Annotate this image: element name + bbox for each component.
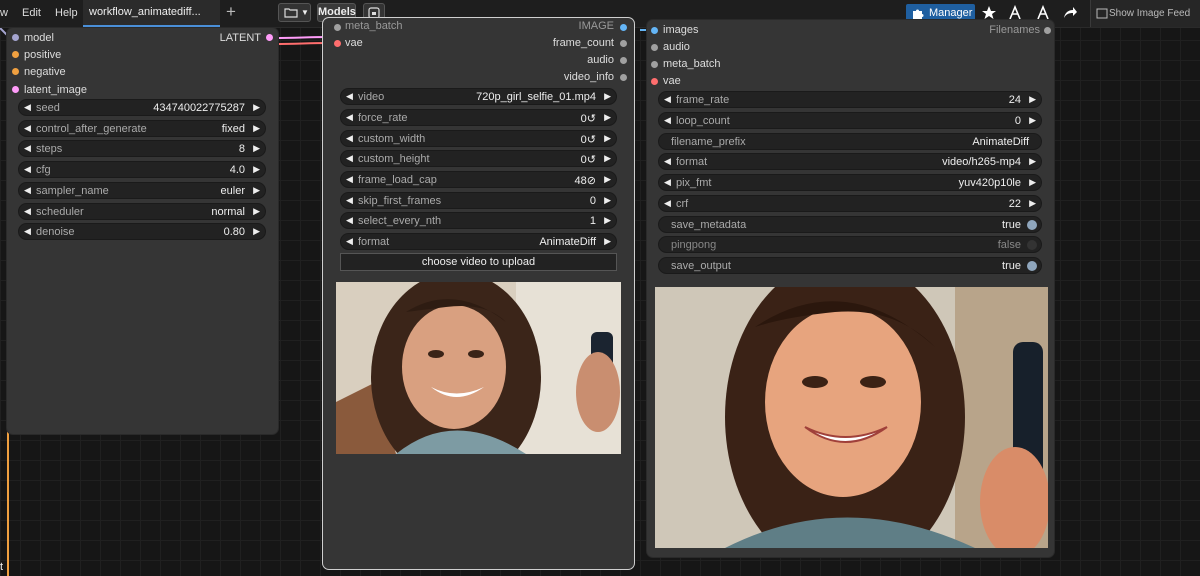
puzzle-icon [913,9,924,19]
share-icon[interactable] [1007,5,1023,21]
widget-format[interactable]: ◀ format video/h265-mp4 ▶ [658,153,1042,170]
input-slot-latent-image[interactable] [12,86,19,93]
menu-help[interactable]: Help [55,7,78,19]
input-label-latent-image: latent_image [24,84,87,96]
choose-video-upload-button[interactable]: choose video to upload [340,253,617,271]
input-label-images: images [663,24,699,36]
star-icon[interactable] [981,5,997,21]
input-label-audio: audio [663,41,690,53]
widget-force-rate[interactable]: ◀ force_rate 0↺ ▶ [340,109,617,126]
widget-filename-prefix[interactable]: filename_prefix AnimateDiff [658,133,1042,150]
workflow-tab-label: workflow_animatediff... [89,6,201,18]
output-slot-image[interactable] [620,24,627,31]
widget-pix-fmt[interactable]: ◀ pix_fmt yuv420p10le ▶ [658,174,1042,191]
workflow-tab[interactable]: workflow_animatediff... [83,0,220,27]
video-preview [336,282,621,454]
share-alt-icon[interactable] [1035,5,1051,21]
video-combine-node[interactable]: images audio meta_batch vae Filenames ◀ f… [647,20,1054,557]
input-slot-positive[interactable] [12,51,19,58]
vae-wire [272,42,331,45]
widget-steps[interactable]: ◀ steps 8 ▶ [18,140,266,157]
menu-edit[interactable]: Edit [22,7,41,19]
widget-crf[interactable]: ◀ crf 22 ▶ [658,195,1042,212]
image-feed-label: Show Image Feed [1109,8,1191,19]
input-slot-meta-batch[interactable] [651,61,658,68]
output-slot-audio[interactable] [620,57,627,64]
input-slot-vae[interactable] [334,40,341,47]
new-tab-icon[interactable]: + [226,2,236,22]
widget-pingpong[interactable]: pingpong false [658,236,1042,253]
workflows-folder-button[interactable]: ▼ [278,3,311,22]
toggle-on-icon [1027,261,1037,271]
widget-select-every-nth[interactable]: ◀ select_every_nth 1 ▶ [340,212,617,229]
input-label-vae: vae [345,37,363,49]
input-slot-negative[interactable] [12,68,19,75]
input-slot-audio[interactable] [651,44,658,51]
input-label-meta-batch: meta_batch [663,58,721,70]
input-slot-images[interactable] [651,27,658,34]
toggle-off-icon [1027,240,1037,250]
input-label-negative: negative [24,66,66,78]
folder-icon [284,8,298,18]
input-slot-meta-batch[interactable] [334,24,341,31]
output-slot-frame-count[interactable] [620,40,627,47]
input-label-model: model [24,32,54,44]
widget-seed[interactable]: ◀ seed 434740022775287 ▶ [18,99,266,116]
image-feed-toggle[interactable]: Show Image Feed [1090,0,1200,27]
output-label-video-info: video_info [563,71,614,83]
widget-control-after-generate[interactable]: ◀ control_after_generate fixed ▶ [18,120,266,137]
girl-selfie-preview-image [336,282,621,454]
chevron-down-icon: ▼ [301,8,309,17]
output-label-image: IMAGE [578,20,614,32]
widget-format[interactable]: ◀ format AnimateDiff ▶ [340,233,617,250]
output-slot-filenames[interactable] [1044,27,1051,34]
widget-custom-height[interactable]: ◀ custom_height 0↺ ▶ [340,150,617,167]
output-slot-video-info[interactable] [620,74,627,81]
widget-loop-count[interactable]: ◀ loop_count 0 ▶ [658,112,1042,129]
input-slot-vae[interactable] [651,78,658,85]
widget-frame-rate[interactable]: ◀ frame_rate 24 ▶ [658,91,1042,108]
output-slot-latent[interactable] [266,34,273,41]
widget-sampler-name[interactable]: ◀ sampler_name euler ▶ [18,182,266,199]
output-label-audio: audio [587,54,614,66]
image-feed-icon [1096,8,1108,19]
input-slot-model[interactable] [12,34,19,41]
widget-save-metadata[interactable]: save_metadata true [658,216,1042,233]
arrow-share-icon[interactable] [1062,5,1078,21]
widget-skip-first-frames[interactable]: ◀ skip_first_frames 0 ▶ [340,192,617,209]
widget-denoise[interactable]: ◀ denoise 0.80 ▶ [18,223,266,240]
ksampler-node[interactable]: model positive negative latent_image LAT… [7,28,278,434]
widget-cfg[interactable]: ◀ cfg 4.0 ▶ [18,161,266,178]
animated-girl-output-image [655,287,1048,548]
toggle-on-icon [1027,220,1037,230]
output-video-preview [655,287,1048,548]
widget-video[interactable]: ◀ video 720p_girl_selfie_01.mp4 ▶ [340,88,617,105]
widget-custom-width[interactable]: ◀ custom_width 0↺ ▶ [340,130,617,147]
widget-frame-load-cap[interactable]: ◀ frame_load_cap 48⊘ ▶ [340,171,617,188]
output-label-frame-count: frame_count [552,37,614,49]
load-video-node[interactable]: meta_batch vae IMAGE frame_count audio v… [323,18,634,569]
output-label-filenames: Filenames [989,24,1040,36]
input-label-positive: positive [24,49,62,61]
input-label-vae: vae [663,75,681,87]
offscreen-node-label: t [0,561,4,573]
widget-scheduler[interactable]: ◀ scheduler normal ▶ [18,203,266,220]
output-label-latent: LATENT [219,32,261,44]
latent-wire [272,36,331,39]
input-label-meta-batch: meta_batch [345,20,403,32]
widget-save-output[interactable]: save_output true [658,257,1042,274]
menu-workflow[interactable]: w [0,7,8,19]
